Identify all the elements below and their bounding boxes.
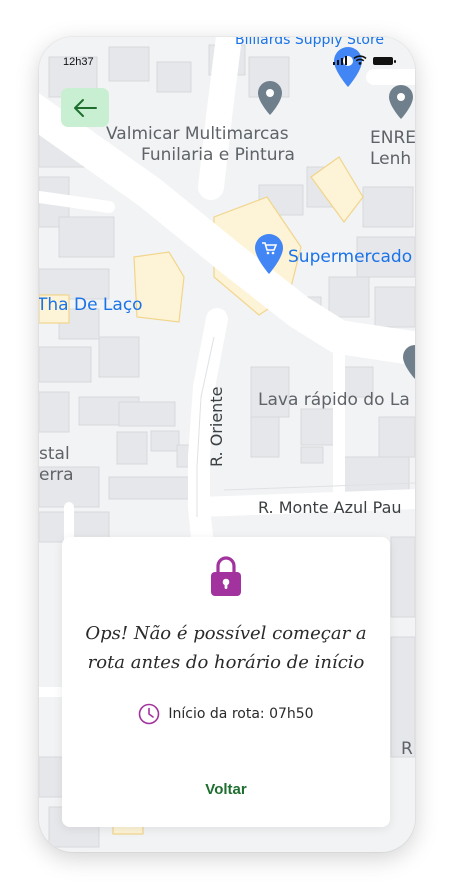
clock-icon	[139, 703, 160, 725]
place-label-erra: erra	[39, 465, 74, 485]
place-label-valmicar-1: Valmicar Multimarcas	[106, 124, 289, 144]
place-label-valmicar-2: Funilaria e Pintura	[141, 145, 295, 165]
place-label-supermercado: Supermercado	[288, 247, 412, 267]
status-icons	[332, 55, 396, 65]
place-label-enre-1: ENRE	[370, 128, 415, 148]
battery-icon	[373, 57, 396, 65]
route-start-time: Início da rota: 07h50	[62, 702, 390, 726]
modal-message-line-1: Ops! Não é possível começar a	[85, 623, 367, 644]
place-label-lava-rapido: Lava rápido do La	[258, 390, 410, 410]
route-start-label: Início da rota: 07h50	[168, 706, 314, 722]
route-start-modal: Ops! Não é possível começar a rota antes…	[62, 537, 390, 827]
voltar-button[interactable]: Voltar	[176, 774, 276, 804]
status-bar: 12h37	[39, 37, 415, 83]
signal-icon	[332, 55, 347, 65]
place-label-r: R	[401, 739, 413, 759]
modal-message: Ops! Não é possível começar a rota antes…	[72, 619, 380, 677]
status-time: 12h37	[63, 56, 94, 68]
street-label-monte-azul: R. Monte Azul Pau	[258, 498, 402, 517]
place-label-stal: stal	[39, 444, 70, 464]
arrow-left-icon	[74, 98, 97, 117]
modal-message-line-2: rota antes do horário de início	[87, 652, 365, 673]
lock-icon	[211, 556, 241, 596]
street-label-oriente: R. Oriente	[207, 387, 226, 467]
place-label-enre-2: Lenh	[370, 149, 411, 169]
wifi-icon	[353, 55, 367, 65]
back-button[interactable]	[61, 88, 109, 127]
phone-frame: Valmicar Multimarcas Funilaria e Pintura…	[39, 37, 415, 852]
place-label-tha-de-laco: Tha De Laço	[39, 295, 143, 315]
